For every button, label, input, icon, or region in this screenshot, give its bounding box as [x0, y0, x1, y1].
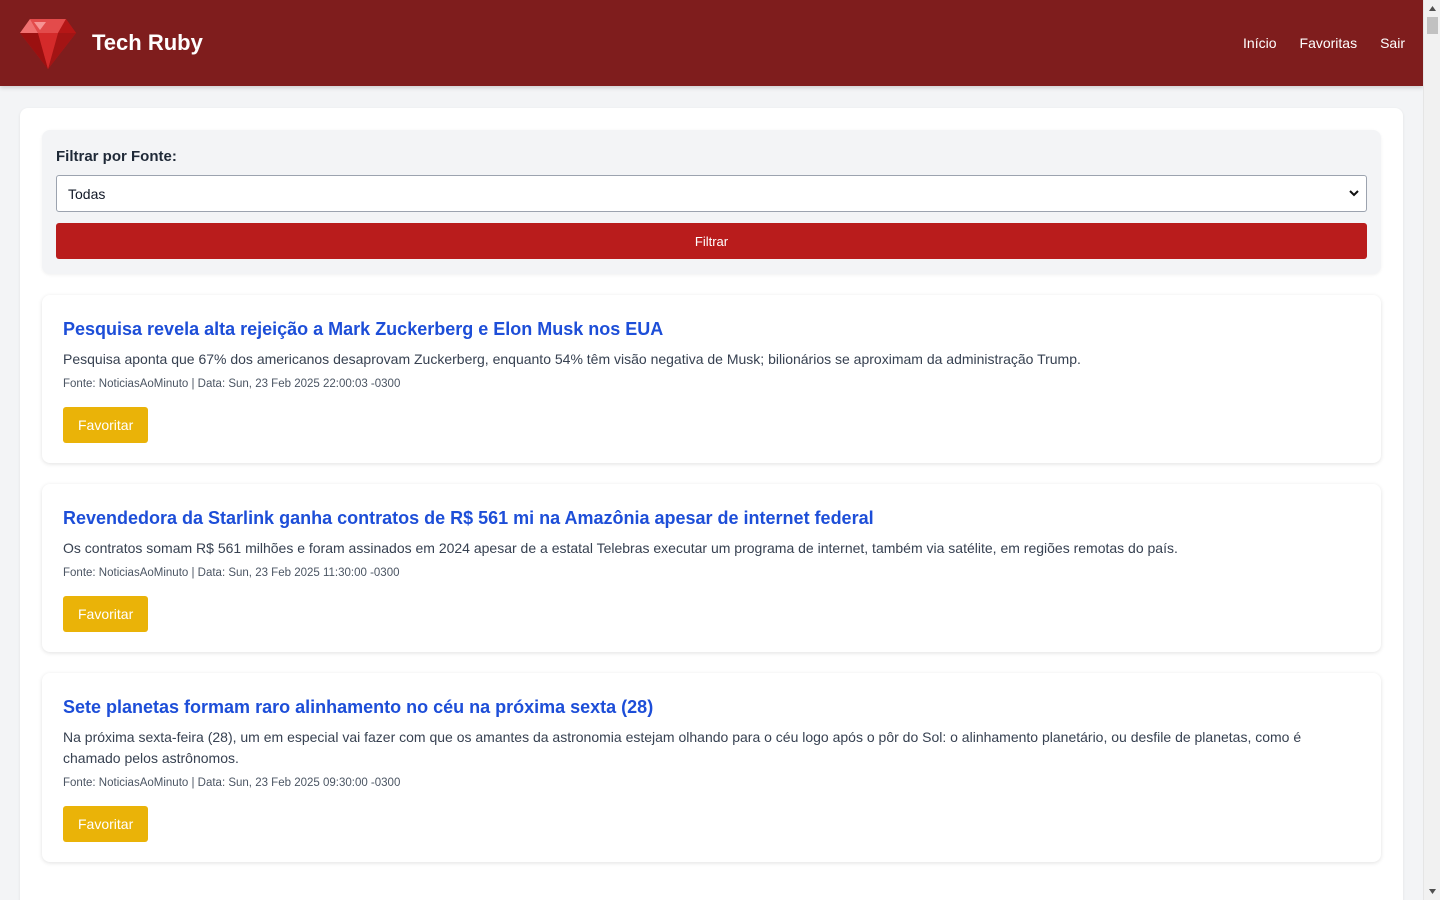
filter-button[interactable]: Filtrar	[56, 223, 1367, 259]
favorite-button[interactable]: Favoritar	[63, 806, 149, 842]
nav-link-inicio[interactable]: Início	[1243, 35, 1276, 51]
news-meta: Fonte: NoticiasAoMinuto | Data: Sun, 23 …	[63, 567, 400, 579]
vertical-scrollbar[interactable]	[1423, 0, 1440, 900]
news-title-link[interactable]: Revendedora da Starlink ganha contratos …	[63, 506, 1360, 530]
news-card: Sete planetas formam raro alinhamento no…	[42, 673, 1381, 862]
scrollbar-thumb[interactable]	[1427, 17, 1438, 34]
favorite-button[interactable]: Favoritar	[63, 407, 149, 443]
news-title-link[interactable]: Sete planetas formam raro alinhamento no…	[63, 695, 1360, 719]
source-select-value: Todas	[68, 185, 106, 202]
filter-label: Filtrar por Fonte:	[56, 148, 177, 165]
news-title-link[interactable]: Pesquisa revela alta rejeição a Mark Zuc…	[63, 317, 1360, 341]
news-card: Revendedora da Starlink ganha contratos …	[42, 484, 1381, 652]
news-description: Pesquisa aponta que 67% dos americanos d…	[63, 351, 1081, 367]
filter-panel: Filtrar por Fonte: Todas Filtrar	[42, 130, 1381, 274]
news-meta: Fonte: NoticiasAoMinuto | Data: Sun, 23 …	[63, 378, 401, 390]
main-nav: Início Favoritas Sair	[1243, 35, 1405, 51]
page-viewport: Tech Ruby Início Favoritas Sair Filtrar …	[0, 0, 1423, 900]
nav-link-favoritas[interactable]: Favoritas	[1300, 35, 1358, 51]
ruby-gem-icon	[20, 19, 76, 69]
nav-link-sair[interactable]: Sair	[1380, 35, 1405, 51]
main-container: Filtrar por Fonte: Todas Filtrar Pesquis…	[20, 108, 1403, 900]
news-description: Na próxima sexta-feira (28), um em espec…	[63, 729, 1302, 766]
chevron-down-icon	[1349, 190, 1359, 197]
brand[interactable]: Tech Ruby	[18, 13, 203, 73]
brand-title: Tech Ruby	[92, 30, 203, 55]
source-select[interactable]: Todas	[56, 175, 1367, 212]
news-meta: Fonte: NoticiasAoMinuto | Data: Sun, 23 …	[63, 777, 401, 789]
news-description: Os contratos somam R$ 561 milhões e fora…	[63, 540, 1178, 556]
top-header: Tech Ruby Início Favoritas Sair	[0, 0, 1423, 86]
news-card: Pesquisa revela alta rejeição a Mark Zuc…	[42, 295, 1381, 463]
scroll-up-arrow-icon[interactable]	[1428, 4, 1437, 13]
favorite-button[interactable]: Favoritar	[63, 596, 149, 632]
scroll-down-arrow-icon[interactable]	[1428, 887, 1437, 896]
